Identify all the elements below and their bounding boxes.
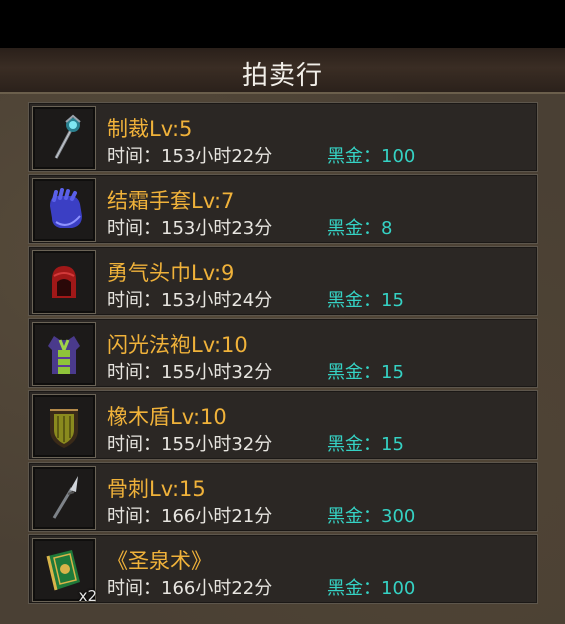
auction-item-row[interactable]: 骨刺Lv:15 时间：166小时21分 黑金：300 [28,462,538,532]
item-time-remaining: 时间：153小时23分 [107,218,273,239]
item-price: 黑金：100 [327,146,416,167]
robe-icon [48,336,80,374]
page-title: 拍卖行 [241,61,323,91]
item-slot[interactable] [32,466,96,530]
item-time-remaining: 时间：153小时22分 [107,146,273,167]
auction-item-row[interactable]: 闪光法袍Lv:10 时间：155小时32分 黑金：15 [28,318,538,388]
header-bar: 拍卖行 [0,48,565,94]
top-bar [0,0,565,48]
item-name: 勇气头巾Lv:9 [107,261,235,285]
auction-item-row[interactable]: 勇气头巾Lv:9 时间：153小时24分 黑金：15 [28,246,538,316]
glove-icon [50,188,82,228]
item-name: 闪光法袍Lv:10 [107,333,248,357]
item-slot[interactable] [32,394,96,458]
item-quantity: x2 [78,587,97,605]
item-price: 黑金：15 [327,290,404,311]
item-price: 黑金：8 [327,218,393,239]
auction-item-row[interactable]: x2 《圣泉术》 时间：166小时22分 黑金：100 [28,534,538,605]
item-name: 骨刺Lv:15 [107,477,206,501]
hood-icon [52,266,76,298]
item-time-remaining: 时间：155小时32分 [107,362,273,383]
item-slot[interactable] [32,106,96,170]
item-time-remaining: 时间：166小时21分 [107,506,273,527]
item-name: 制裁Lv:5 [107,117,193,141]
item-name: 《圣泉术》 [107,549,212,573]
auction-item-row[interactable]: 橡木盾Lv:10 时间：155小时32分 黑金：15 [28,390,538,460]
item-time-remaining: 时间：155小时32分 [107,434,273,455]
shield-icon [50,409,78,448]
auction-list-panel: 制裁Lv:5 时间：153小时22分 黑金：100 结霜手套Lv:7 时间：15… [0,92,565,624]
auction-item-row[interactable]: 结霜手套Lv:7 时间：153小时23分 黑金：8 [28,174,538,244]
item-price: 黑金：300 [327,506,416,527]
item-slot[interactable]: x2 [32,538,97,605]
item-time-remaining: 时间：153小时24分 [107,290,273,311]
item-name: 结霜手套Lv:7 [107,189,235,213]
item-slot[interactable] [32,178,96,242]
item-name: 橡木盾Lv:10 [107,405,227,429]
item-price: 黑金：15 [327,362,404,383]
auction-item-row[interactable]: 制裁Lv:5 时间：153小时22分 黑金：100 [28,102,538,172]
spear-icon [52,476,78,519]
item-price: 黑金：100 [327,578,416,599]
staff-icon [54,114,81,159]
item-slot[interactable] [32,250,96,314]
item-slot[interactable] [32,322,96,386]
item-price: 黑金：15 [327,434,404,455]
item-time-remaining: 时间：166小时22分 [107,578,273,599]
